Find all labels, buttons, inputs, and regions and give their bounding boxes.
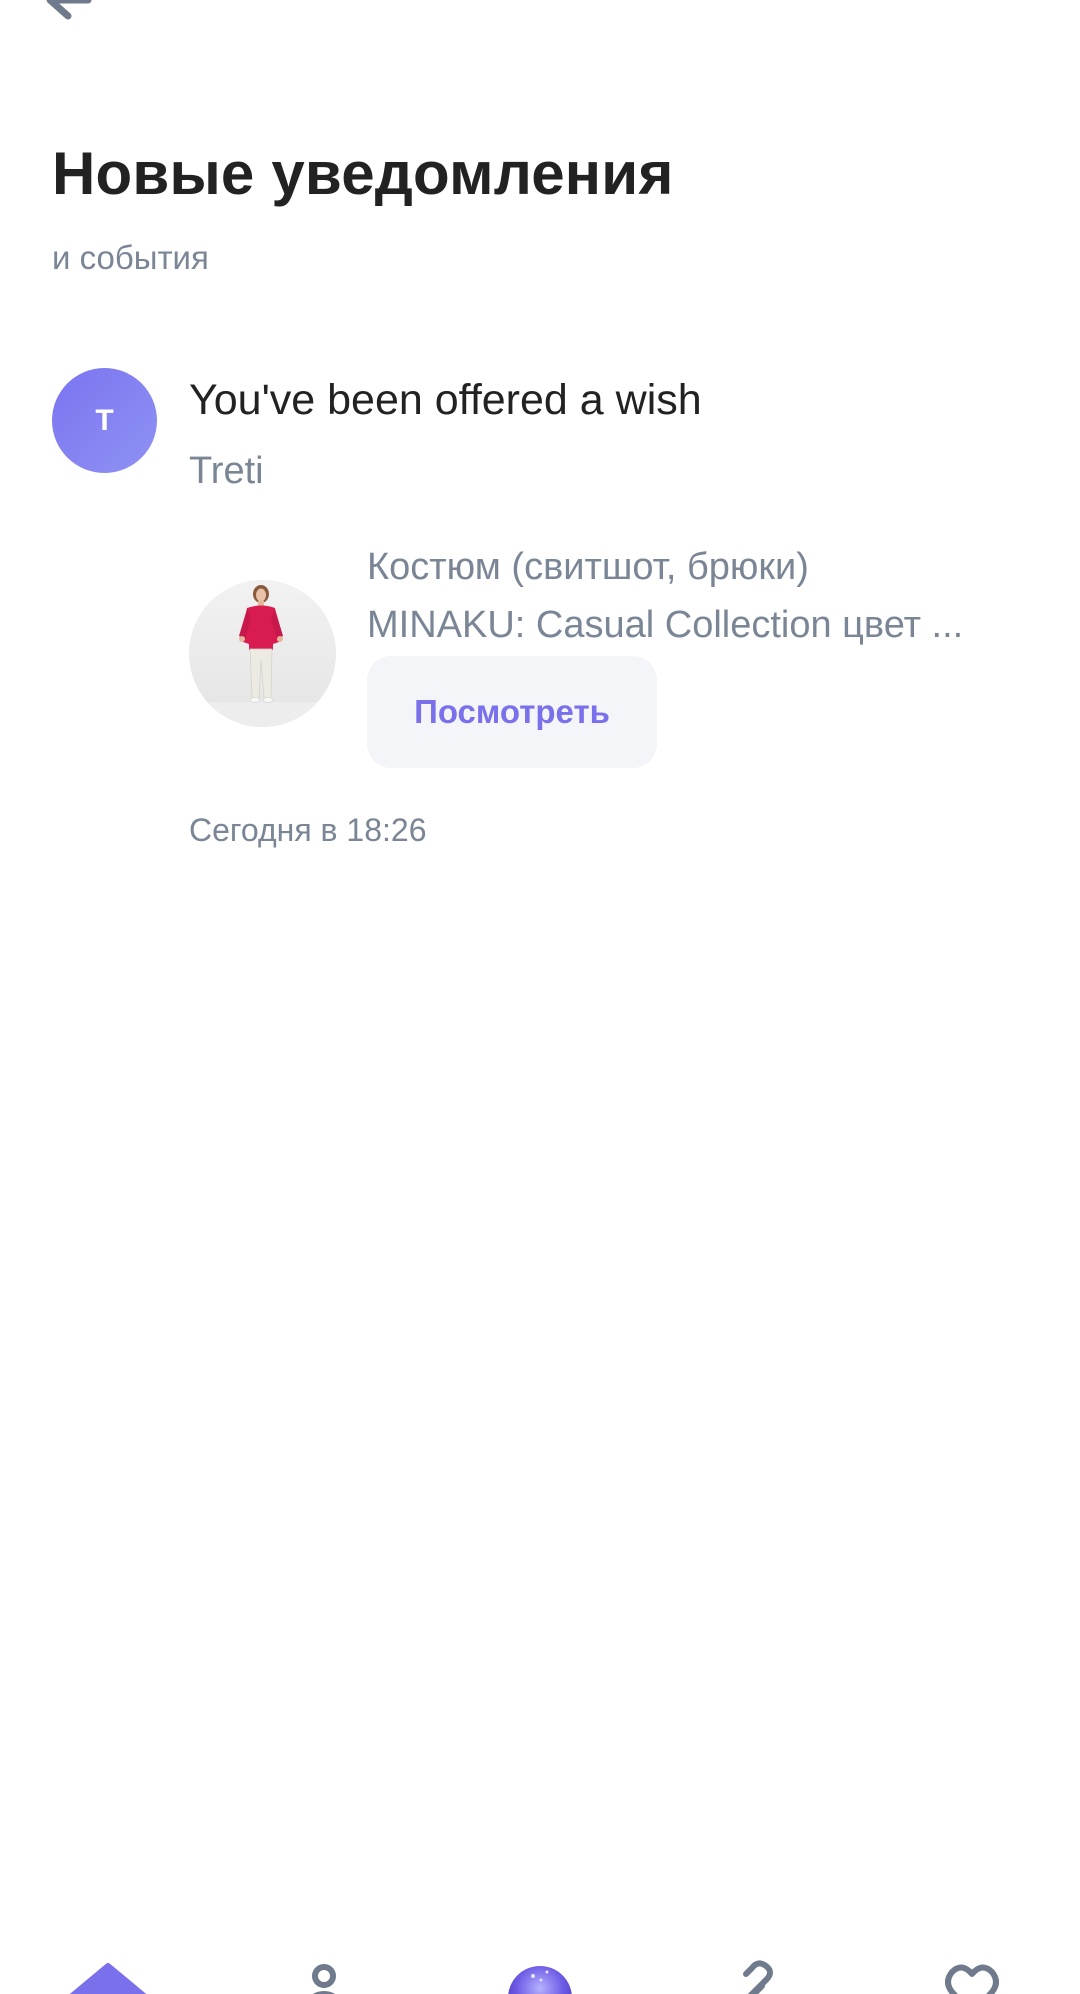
orb-icon [495, 1960, 585, 1994]
product-name-line-1: Костюм (свитшот, брюки) [367, 546, 809, 588]
avatar: T [52, 368, 157, 473]
back-button[interactable] [42, 0, 102, 24]
heart-icon [942, 1960, 1002, 1994]
bottom-navigation [0, 1960, 1080, 1994]
home-icon [58, 1960, 158, 1994]
nav-home[interactable] [48, 1960, 168, 1994]
user-icon [294, 1960, 354, 1994]
link-icon [726, 1960, 786, 1994]
arrow-left-icon [42, 0, 92, 27]
nav-links[interactable] [696, 1960, 816, 1994]
page-subtitle: и события [52, 239, 209, 276]
notification-timestamp: Сегодня в 18:26 [189, 812, 427, 848]
nav-center[interactable] [480, 1960, 600, 1994]
view-button[interactable]: Посмотреть [367, 656, 657, 768]
nav-profile[interactable] [264, 1960, 384, 1994]
product-name-line-2: MINAKU: Casual Collection цвет ... [367, 604, 964, 646]
product-image[interactable] [189, 580, 336, 727]
page-title: Новые уведомления [52, 140, 674, 207]
notification-sender: Treti [189, 450, 264, 492]
product-name: Костюм (свитшот, брюки) MINAKU: Casual C… [367, 538, 1027, 654]
nav-favorites[interactable] [912, 1960, 1032, 1994]
notification-title: You've been offered a wish [189, 376, 702, 424]
